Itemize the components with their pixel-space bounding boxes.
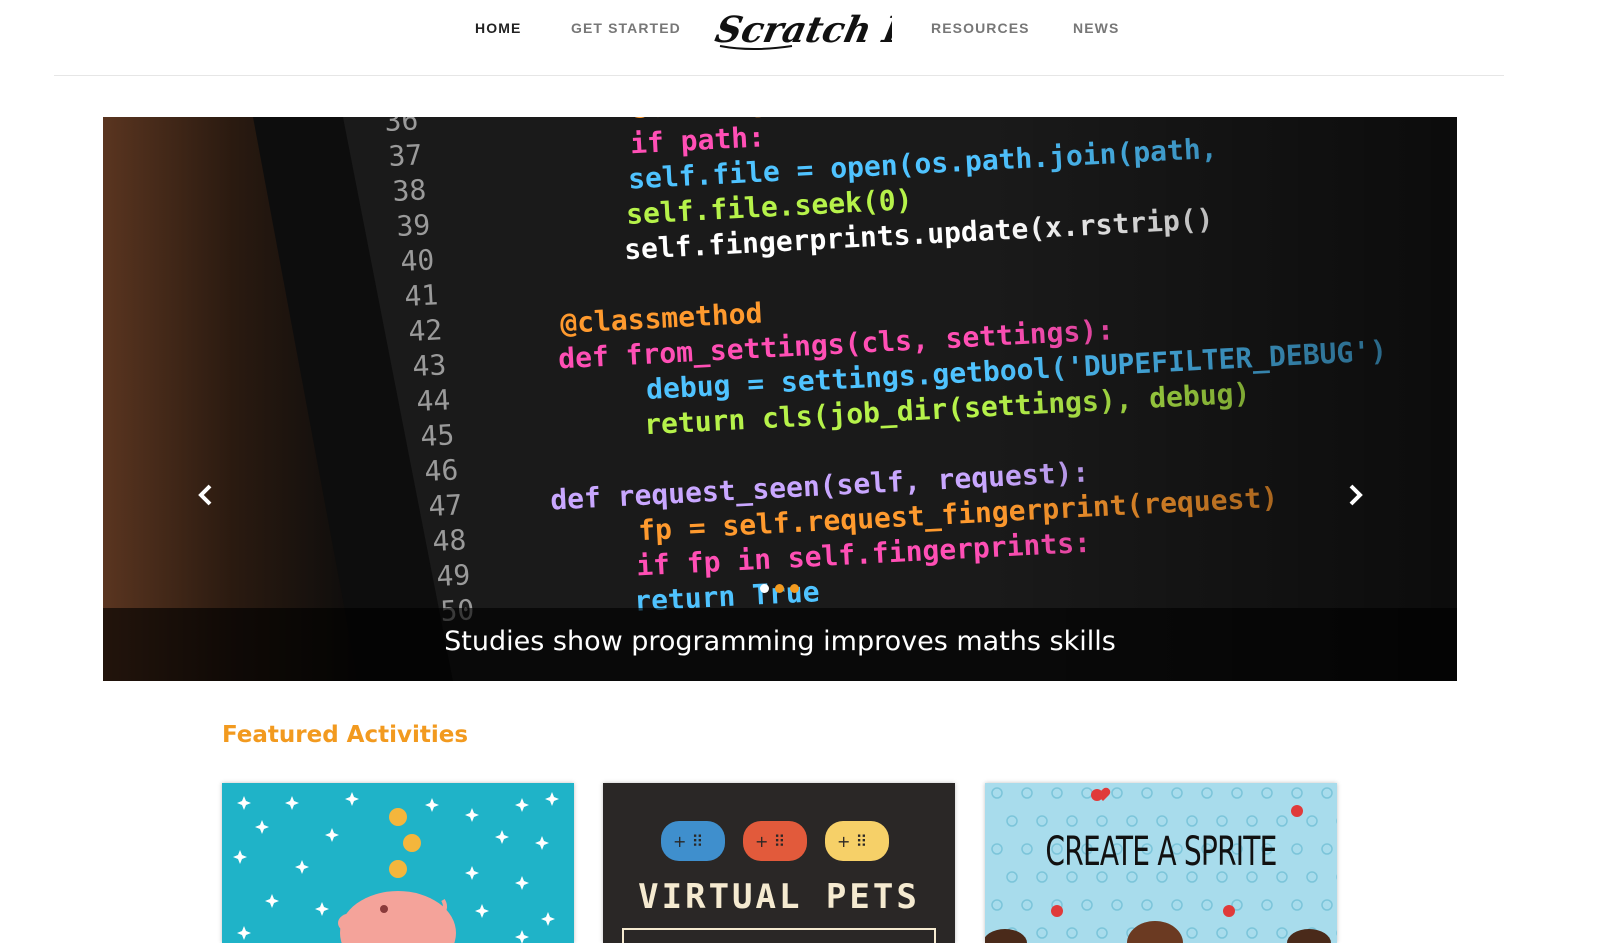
- svg-text:+ ⠿: + ⠿: [673, 832, 703, 851]
- nav-home-link[interactable]: HOME: [475, 20, 521, 36]
- create-a-sprite-label: CREATE A SPRITE: [1045, 829, 1277, 875]
- carousel-dot-3[interactable]: [790, 584, 799, 593]
- code-screen-photo: 36self.logger37if path:38self.file = ope…: [103, 117, 1457, 681]
- game-controllers-illustration: + ⠿ + ⠿ + ⠿: [603, 783, 955, 943]
- activity-card-virtual-pets[interactable]: + ⠿ + ⠿ + ⠿ VIRTUAL PETS: [603, 783, 955, 943]
- nav-get-started-link[interactable]: GET STARTED: [571, 20, 681, 36]
- activity-card-create-sprite[interactable]: CREATE A SPRITE: [985, 783, 1337, 943]
- carousel-prev-button[interactable]: [191, 480, 221, 510]
- carousel-caption: Studies show programming improves maths …: [444, 626, 1116, 657]
- top-navigation: HOME GET STARTED Scratch Post RESOURCES …: [0, 0, 1615, 76]
- carousel-indicators: [760, 584, 810, 596]
- svg-text:Scratch Post: Scratch Post: [712, 8, 892, 51]
- virtual-pets-label: VIRTUAL PETS: [638, 877, 920, 917]
- piggy-bank-illustration: [222, 783, 574, 943]
- chevron-right-icon: [1349, 484, 1363, 506]
- nav-news-link[interactable]: NEWS: [1073, 20, 1119, 36]
- svg-text:+ ⠿: + ⠿: [837, 832, 867, 851]
- featured-activities-heading: Featured Activities: [222, 722, 469, 748]
- nav-divider: [54, 75, 1504, 76]
- nav-resources-link[interactable]: RESOURCES: [931, 20, 1030, 36]
- logo-wordmark-icon: Scratch Post: [712, 8, 976, 51]
- carousel-dot-2[interactable]: [775, 584, 784, 593]
- activity-card-piggy-bank[interactable]: [222, 783, 574, 943]
- chevron-left-icon: [198, 484, 212, 506]
- carousel-next-button[interactable]: [1340, 480, 1370, 510]
- gamepad-icon: + ⠿ + ⠿ + ⠿: [661, 821, 889, 861]
- carousel-dot-1[interactable]: [760, 584, 769, 593]
- scratch-post-logo[interactable]: Scratch Post: [712, 2, 976, 58]
- carousel-caption-bar: Studies show programming improves maths …: [103, 608, 1457, 681]
- svg-text:+ ⠿: + ⠿: [755, 832, 785, 851]
- hero-carousel[interactable]: 36self.logger37if path:38self.file = ope…: [103, 117, 1457, 681]
